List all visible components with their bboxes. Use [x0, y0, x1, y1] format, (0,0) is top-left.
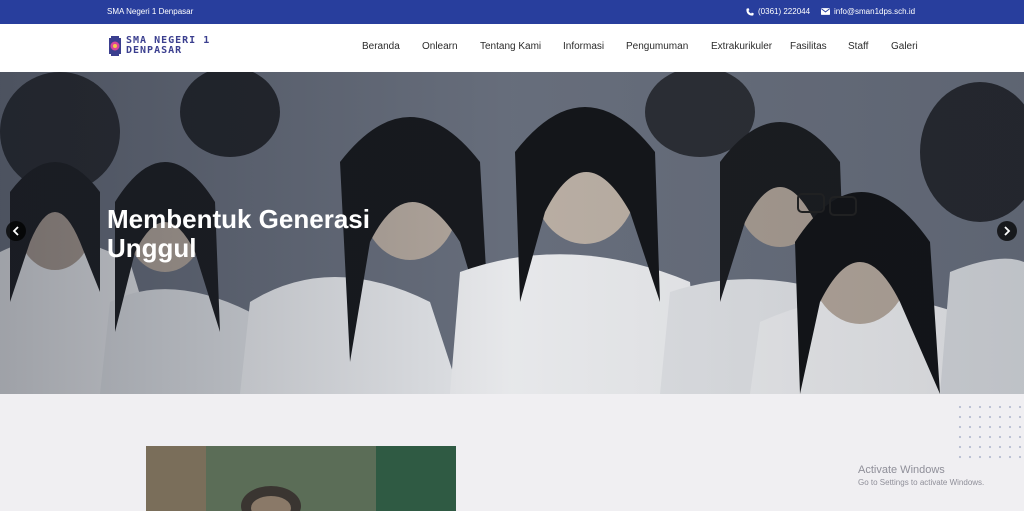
mail-icon: [821, 8, 830, 15]
content-section: Activate Windows Go to Settings to activ…: [0, 394, 1024, 511]
email-contact[interactable]: info@sman1dps.sch.id: [821, 7, 915, 16]
nav-item-fasilitas[interactable]: Fasilitas: [790, 41, 827, 52]
watermark-subtitle: Go to Settings to activate Windows.: [858, 478, 985, 487]
principal-photo: [146, 446, 456, 511]
nav-menu: Beranda Onlearn Tentang Kami Informasi P…: [0, 41, 1024, 55]
email-address: info@sman1dps.sch.id: [834, 7, 916, 16]
phone-contact[interactable]: (0361) 222044: [746, 7, 810, 16]
nav-item-staff[interactable]: Staff: [848, 41, 868, 52]
phone-number: (0361) 222044: [758, 7, 811, 16]
nav-item-galeri[interactable]: Galeri: [891, 41, 918, 52]
nav-item-extrakurikuler[interactable]: Extrakurikuler: [711, 41, 772, 52]
slider-next-button[interactable]: [997, 221, 1017, 241]
chevron-left-icon: [12, 226, 19, 236]
nav-item-pengumuman[interactable]: Pengumuman: [626, 41, 688, 52]
main-navbar: SMA NEGERI 1 DENPASAR Beranda Onlearn Te…: [0, 24, 1024, 72]
slider-prev-button[interactable]: [6, 221, 26, 241]
school-name: SMA Negeri 1 Denpasar: [107, 7, 194, 16]
watermark-title: Activate Windows: [858, 464, 945, 476]
hero-slider: Membentuk Generasi Unggul: [0, 72, 1024, 394]
nav-item-tentang-kami[interactable]: Tentang Kami: [480, 41, 541, 52]
windows-activation-watermark: Activate Windows Go to Settings to activ…: [858, 464, 984, 487]
decorative-dot-pattern: [955, 402, 1024, 462]
chevron-right-icon: [1004, 226, 1011, 236]
hero-heading: Membentuk Generasi Unggul: [107, 204, 370, 263]
top-bar: SMA Negeri 1 Denpasar (0361) 222044 info…: [0, 0, 1024, 24]
phone-icon: [746, 7, 754, 16]
nav-item-informasi[interactable]: Informasi: [563, 41, 604, 52]
nav-item-beranda[interactable]: Beranda: [362, 41, 400, 52]
nav-item-onlearn[interactable]: Onlearn: [422, 41, 458, 52]
